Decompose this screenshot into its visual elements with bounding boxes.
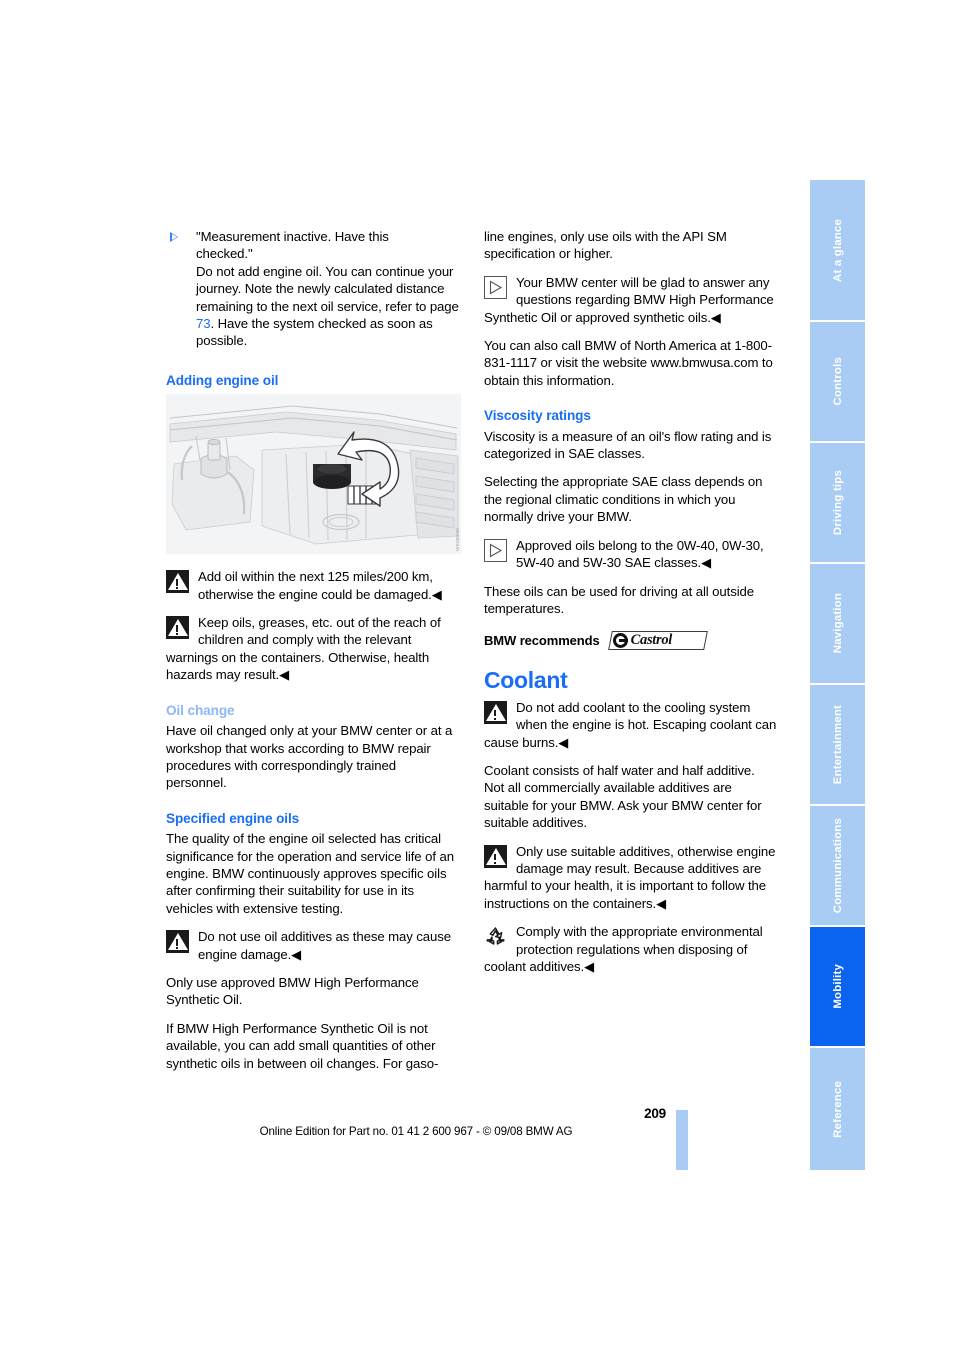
- warning-suitable-additives: Only use suitable additives, otherwise e…: [484, 843, 777, 913]
- warning-hot-engine-text: Do not add coolant to the cooling system…: [484, 699, 777, 750]
- warning-triangle-icon: [166, 616, 189, 640]
- note-approved-oils: Approved oils belong to the 0W-40, 0W-30…: [484, 537, 777, 572]
- figure-code-watermark: WKM0209: [455, 528, 460, 551]
- page-number: 209: [644, 1106, 666, 1121]
- tab-reference-label: Reference: [831, 1080, 844, 1138]
- warning-add-oil: Add oil within the next 125 miles/200 km…: [166, 568, 459, 603]
- warning-keep-oils-text: Keep oils, greases, etc. out of the reac…: [166, 615, 441, 683]
- exclamation-mark-shape: [176, 579, 179, 589]
- continuation-paragraph: line engines, only use oils with the API…: [484, 229, 727, 262]
- warning-triangle-icon: [166, 570, 189, 594]
- left-text-column: "Measurement inactive. Have this checked…: [166, 228, 459, 1083]
- tab-at-a-glance-label: At a glance: [831, 218, 844, 282]
- tab-controls[interactable]: Controls: [810, 322, 865, 441]
- exclamation-mark-shape: [494, 853, 497, 864]
- exclamation-mark-shape: [176, 939, 179, 949]
- warning-keep-oils: Keep oils, greases, etc. out of the reac…: [166, 614, 459, 684]
- heading-oil-change: Oil change: [166, 702, 235, 718]
- bullet-quote-2: checked.": [196, 246, 253, 262]
- note-bmw-center: Your BMW center will be glad to answer a…: [484, 274, 777, 326]
- note-environmental-protection-text: Comply with the appropriate environmenta…: [484, 924, 763, 974]
- bullet-text: "Measurement inactive. Have this checked…: [196, 229, 459, 348]
- heading-adding-engine-oil: Adding engine oil: [166, 372, 279, 388]
- tab-mobility-label: Mobility: [831, 964, 844, 1009]
- oil-change-paragraph: Have oil changed only at your BMW center…: [166, 723, 453, 791]
- warning-triangle-icon: [484, 700, 507, 724]
- warning-hot-engine: Do not add coolant to the cooling system…: [484, 699, 777, 751]
- tab-at-a-glance[interactable]: At a glance: [810, 180, 865, 320]
- note-triangle-glyph: [489, 280, 503, 295]
- bullet-item-measurement-inactive: "Measurement inactive. Have this checked…: [166, 228, 459, 350]
- heading-viscosity-ratings: Viscosity ratings: [484, 408, 591, 424]
- tab-driving-tips[interactable]: Driving tips: [810, 443, 865, 562]
- recycle-icon: [484, 925, 507, 948]
- note-bmw-center-text: Your BMW center will be glad to answer a…: [484, 274, 774, 325]
- bmw-recommends-row: BMW recommends Castrol: [484, 631, 777, 651]
- footer-accent-bar: [676, 1110, 688, 1170]
- castrol-logo: Castrol: [607, 631, 708, 651]
- tab-driving-tips-label: Driving tips: [831, 469, 844, 536]
- tab-communications[interactable]: Communications: [810, 806, 865, 925]
- castrol-logo-inner: Castrol: [612, 632, 673, 649]
- warning-no-oil-additives-text: Do not use oil additives as these may ca…: [198, 929, 451, 962]
- specified-engine-oils-paragraph: The quality of the engine oil selected h…: [166, 831, 454, 916]
- castrol-c-emblem-icon: [612, 633, 629, 649]
- warning-suitable-additives-text: Only use suitable additives, otherwise e…: [484, 843, 776, 911]
- triangle-right-icon: [170, 232, 178, 242]
- note-triangle-glyph: [489, 543, 503, 558]
- warning-triangle-icon: [166, 930, 189, 954]
- tab-communications-label: Communications: [831, 817, 844, 914]
- manual-page: "Measurement inactive. Have this checked…: [0, 0, 954, 1350]
- all-temperatures-paragraph: These oils can be used for driving at al…: [484, 583, 754, 616]
- right-text-column: line engines, only use oils with the API…: [484, 228, 777, 986]
- coolant-composition-paragraph: Coolant consists of half water and half …: [484, 762, 762, 831]
- tab-mobility[interactable]: Mobility: [810, 927, 865, 1046]
- bullet-body-before: Do not add engine oil. You can continue …: [196, 263, 459, 314]
- exclamation-mark-shape: [176, 625, 179, 635]
- warning-no-oil-additives: Do not use oil additives as these may ca…: [166, 928, 459, 963]
- recycle-arrows-glyph: [486, 927, 505, 945]
- note-icon: [484, 538, 507, 562]
- warning-add-oil-text: Add oil within the next 125 miles/200 km…: [198, 569, 442, 602]
- only-approved-oil-paragraph: Only use approved BMW High Performance S…: [166, 974, 419, 1008]
- exclamation-mark-shape: [494, 709, 497, 720]
- viscosity-paragraph-2: Selecting the appropriate SAE class depe…: [484, 474, 763, 525]
- tab-entertainment-label: Entertainment: [831, 704, 844, 785]
- note-approved-oils-text: Approved oils belong to the 0W-40, 0W-30…: [516, 537, 764, 571]
- tab-navigation-label: Navigation: [831, 593, 844, 654]
- note-environmental-protection: Comply with the appropriate environmenta…: [484, 923, 777, 975]
- warning-triangle-icon: [484, 844, 507, 868]
- heading-specified-engine-oils: Specified engine oils: [166, 810, 300, 826]
- bullet-quote: "Measurement inactive. Have this: [196, 229, 389, 244]
- castrol-wordmark: Castrol: [630, 632, 673, 649]
- footer-edition-notice: Online Edition for Part no. 01 41 2 600 …: [259, 1125, 573, 1138]
- bmw-recommends-label: BMW recommends: [484, 633, 600, 649]
- bullet-body-after: . Have the system checked as soon as pos…: [196, 316, 433, 349]
- engine-compartment-illustration: WKM0209: [166, 394, 461, 554]
- viscosity-paragraph-1: Viscosity is a measure of an oil's flow …: [484, 428, 772, 462]
- tab-navigation[interactable]: Navigation: [810, 564, 865, 683]
- tab-controls-label: Controls: [831, 357, 844, 406]
- engine-bay-drawing: [166, 394, 461, 554]
- heading-coolant: Coolant: [484, 667, 568, 694]
- section-tab-strip: At a glance Controls Driving tips Naviga…: [810, 180, 865, 1170]
- page-reference-link[interactable]: 73: [196, 316, 211, 331]
- if-not-available-paragraph: If BMW High Performance Synthetic Oil is…: [166, 1020, 439, 1071]
- call-bmw-paragraph: You can also call BMW of North America a…: [484, 338, 773, 388]
- tab-reference[interactable]: Reference: [810, 1048, 865, 1170]
- note-icon: [484, 275, 507, 299]
- tab-entertainment[interactable]: Entertainment: [810, 685, 865, 804]
